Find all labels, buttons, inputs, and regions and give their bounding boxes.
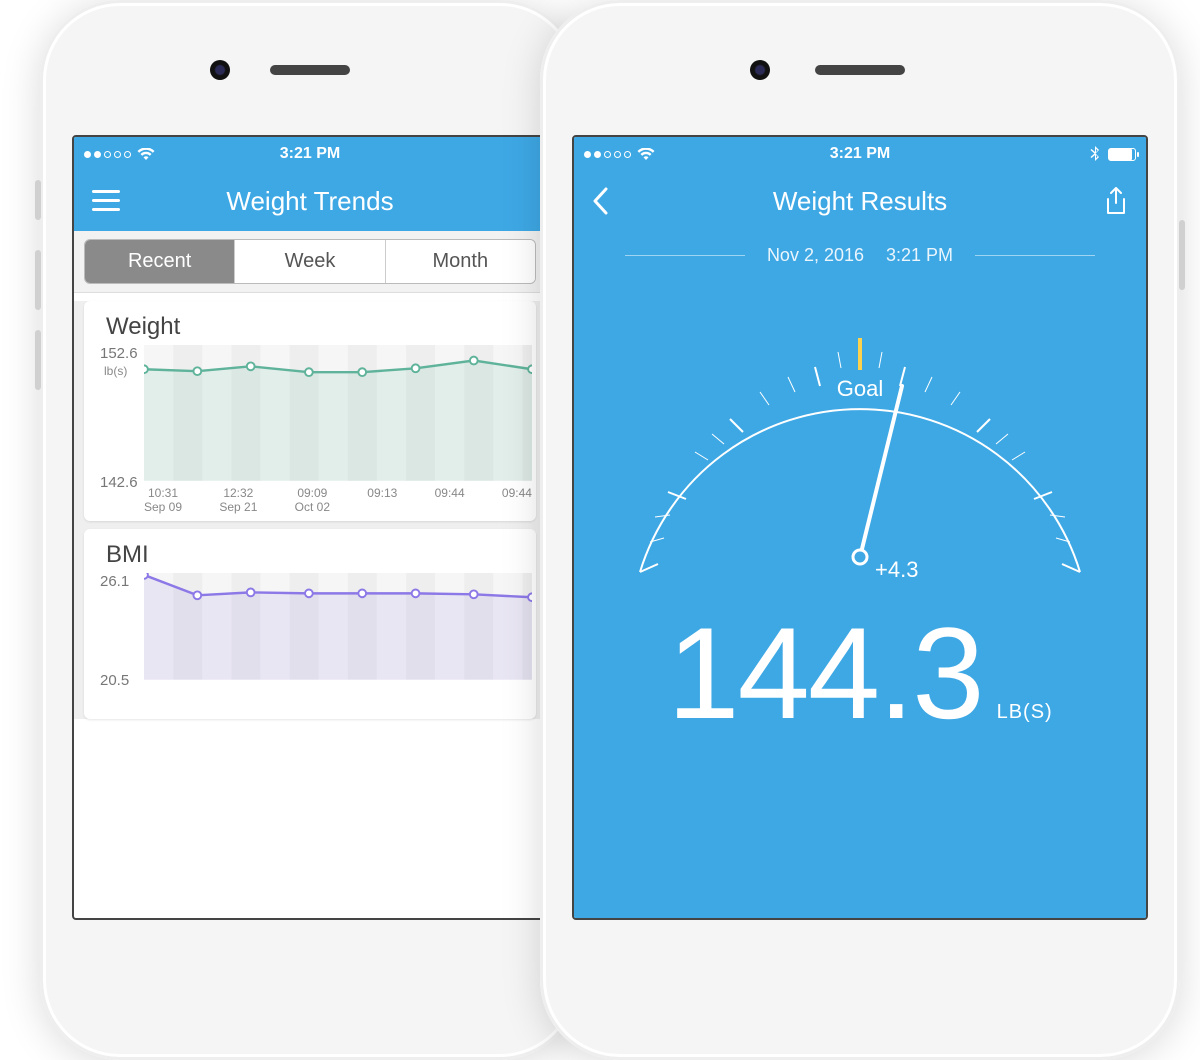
nav-header: Weight Trends	[74, 171, 546, 231]
screen-left: 3:21 PM Weight Trends Recent Week Month	[72, 135, 548, 920]
mute-switch	[35, 180, 41, 220]
page-title: Weight Results	[773, 186, 947, 217]
charts-area: Weight 152.6 lb(s) 142.6	[74, 301, 546, 719]
date-row: Nov 2, 2016 3:21 PM	[574, 231, 1146, 272]
weight-value: 144.3	[667, 608, 982, 738]
weight-gauge: Goal +4.3	[600, 292, 1120, 592]
bmi-ymax: 26.1	[100, 573, 129, 590]
phone-frame-left: 3:21 PM Weight Trends Recent Week Month	[40, 0, 580, 1060]
status-time: 3:21 PM	[830, 145, 890, 163]
weight-xticks: 10:31Sep 09 12:32Sep 21 09:09Oct 02 09:1…	[144, 487, 532, 515]
menu-button[interactable]	[74, 171, 138, 231]
hamburger-icon	[92, 190, 120, 212]
share-button[interactable]	[1086, 171, 1146, 231]
bmi-ymin: 20.5	[100, 672, 129, 689]
result-time: 3:21 PM	[886, 245, 953, 266]
speaker-slot	[815, 65, 905, 75]
result-date: Nov 2, 2016	[767, 245, 864, 266]
chevron-left-icon	[592, 187, 608, 215]
bluetooth-icon	[1090, 146, 1100, 162]
back-button[interactable]	[574, 171, 626, 231]
segmented-control: Recent Week Month	[84, 239, 536, 284]
signal-dots	[584, 151, 631, 158]
weight-chart-title: Weight	[84, 305, 536, 345]
weight-delta: +4.3	[875, 557, 918, 583]
wifi-icon	[137, 148, 155, 161]
bmi-chart-title: BMI	[84, 533, 536, 573]
status-time: 3:21 PM	[280, 145, 340, 163]
share-icon	[1104, 187, 1128, 215]
results-body: Nov 2, 2016 3:21 PM	[574, 231, 1146, 918]
weight-chart-card[interactable]: Weight 152.6 lb(s) 142.6	[84, 301, 536, 521]
signal-dots	[84, 151, 131, 158]
power-button	[1179, 220, 1185, 290]
page-title: Weight Trends	[226, 186, 393, 217]
nav-header: Weight Results	[574, 171, 1146, 231]
phone-frame-right: 3:21 PM Weight Results	[540, 0, 1180, 1060]
status-bar: 3:21 PM	[74, 137, 546, 171]
front-camera	[750, 60, 770, 80]
segmented-control-wrap: Recent Week Month	[74, 231, 546, 293]
bmi-line-chart	[144, 573, 532, 680]
speaker-slot	[270, 65, 350, 75]
volume-up-button	[35, 250, 41, 310]
goal-label: Goal	[837, 376, 883, 402]
weight-line-chart	[144, 345, 532, 481]
screen-right: 3:21 PM Weight Results	[572, 135, 1148, 920]
status-bar: 3:21 PM	[574, 137, 1146, 171]
battery-icon	[1108, 148, 1136, 161]
weight-ymin: 142.6	[100, 474, 138, 491]
weight-readout: 144.3 LB(S)	[667, 608, 1052, 738]
wifi-icon	[637, 148, 655, 161]
tab-month[interactable]: Month	[386, 240, 535, 283]
tab-week[interactable]: Week	[235, 240, 385, 283]
weight-ymax: 152.6 lb(s)	[100, 345, 138, 379]
volume-down-button	[35, 330, 41, 390]
front-camera	[210, 60, 230, 80]
weight-unit: LB(S)	[997, 701, 1053, 724]
tab-recent[interactable]: Recent	[85, 240, 235, 283]
bmi-chart-card[interactable]: BMI 26.1 20.5	[84, 529, 536, 719]
